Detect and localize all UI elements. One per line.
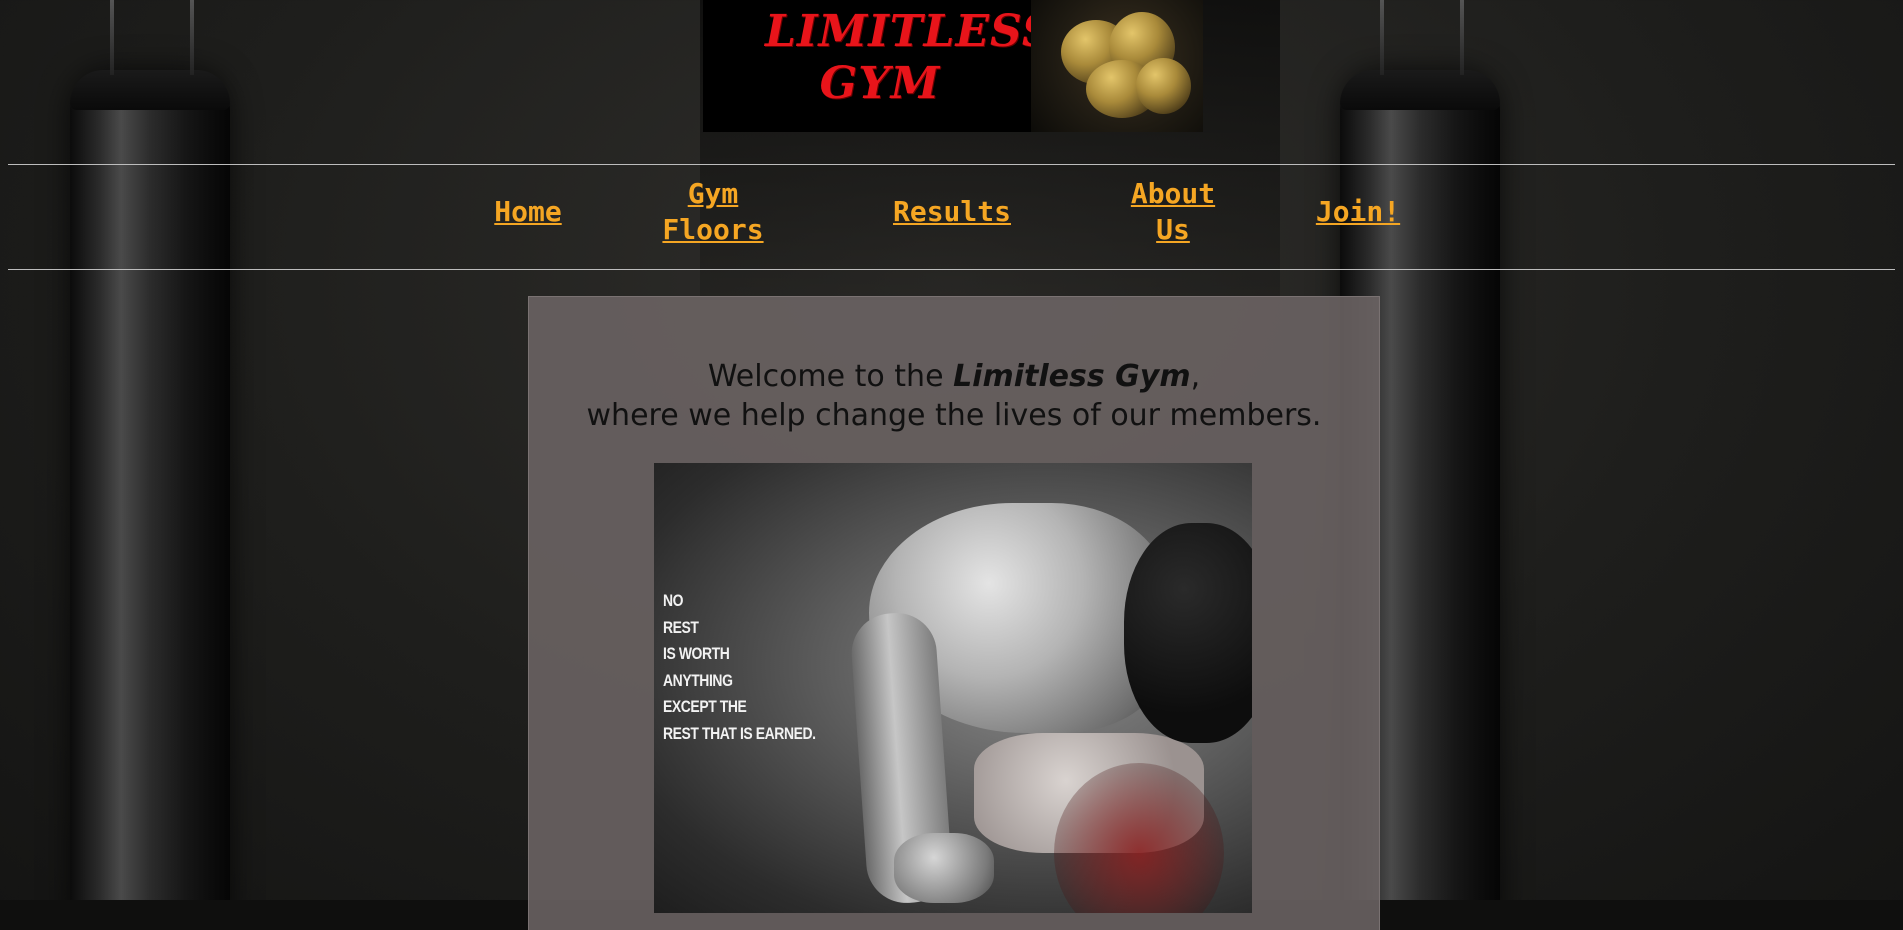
chain-right-2 (1460, 0, 1464, 75)
logo-text: LIMITLESS GYM (765, 6, 1055, 110)
logo-line-1: LIMITLESS (765, 6, 1055, 57)
punching-bag-left (70, 70, 230, 930)
boxing-gloves-icon (1031, 0, 1203, 132)
quote-line: IS WORTH (663, 644, 730, 663)
nav-link-join[interactable]: Join! (1308, 194, 1408, 230)
quote-line: NO (663, 591, 684, 610)
photo-quote: NO REST IS WORTH ANYTHING EXCEPT THE RES… (663, 588, 816, 747)
welcome-prefix: Welcome to the (707, 359, 954, 394)
welcome-brand: Limitless Gym (953, 359, 1191, 394)
welcome-suffix: , (1190, 359, 1201, 394)
nav-divider-top (8, 164, 1895, 165)
main-content: Welcome to the Limitless Gym, where we h… (528, 296, 1380, 930)
quote-line: REST (663, 617, 699, 637)
chain-right-1 (1380, 0, 1384, 75)
quote-line: ANYTHING (663, 670, 733, 690)
site-logo[interactable]: LIMITLESS GYM (703, 0, 1203, 132)
welcome-message: Welcome to the Limitless Gym, where we h… (529, 357, 1379, 435)
nav-link-results[interactable]: Results (883, 194, 1021, 230)
quote-line: EXCEPT THE (663, 697, 747, 716)
nav-link-gym-floors[interactable]: Gym Floors (653, 176, 773, 248)
chain-left-1 (110, 0, 114, 75)
welcome-line-1: Welcome to the Limitless Gym, (529, 357, 1379, 396)
nav-link-home[interactable]: Home (489, 194, 567, 230)
chain-left-2 (190, 0, 194, 75)
motivational-photo: NO REST IS WORTH ANYTHING EXCEPT THE RES… (654, 463, 1252, 913)
nav-divider-bottom (8, 269, 1895, 270)
quote-line: REST THAT IS EARNED. (663, 723, 816, 743)
logo-line-2: GYM (819, 58, 941, 109)
welcome-line-2: where we help change the lives of our me… (586, 398, 1322, 433)
nav-link-about-us[interactable]: About Us (1121, 176, 1225, 248)
